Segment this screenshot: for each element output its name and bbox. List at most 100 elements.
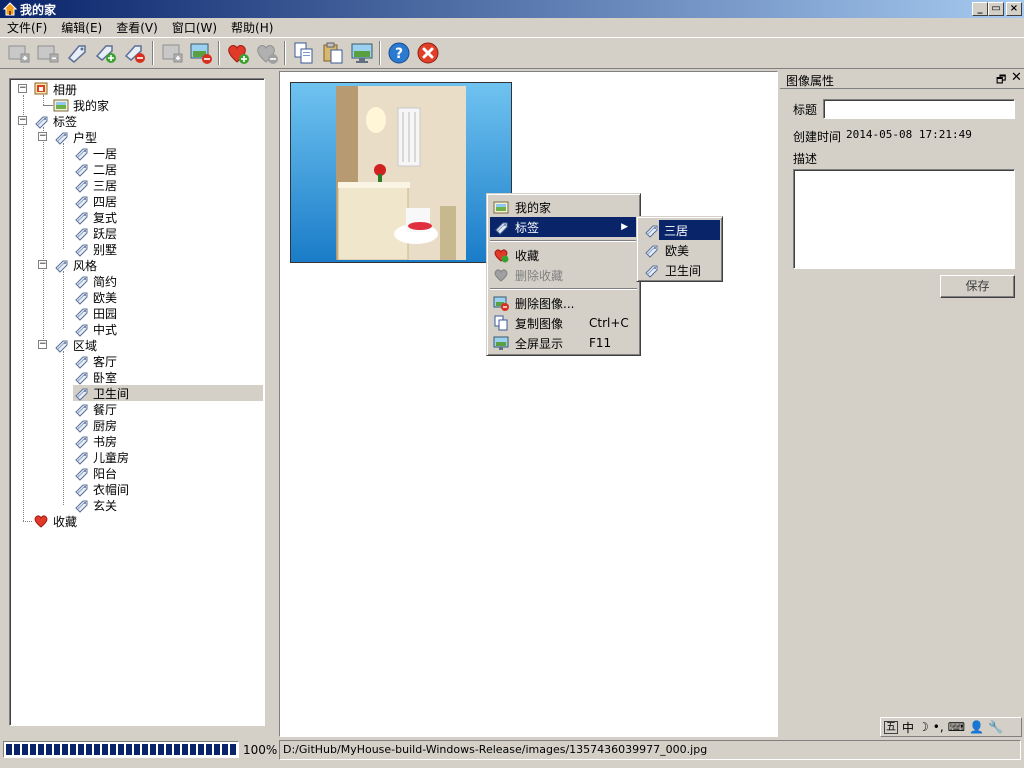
- tree-node-tag[interactable]: 厨房: [73, 417, 117, 433]
- progress-block: [22, 744, 28, 755]
- submenu-tag-item[interactable]: 卫生间: [640, 260, 720, 280]
- tag-icon: [55, 132, 68, 145]
- close-panel-icon[interactable]: ✕: [1011, 70, 1022, 85]
- copy-button[interactable]: [289, 40, 318, 66]
- close-window-button[interactable]: ×: [1006, 2, 1022, 16]
- user-icon[interactable]: 👤: [969, 720, 984, 734]
- tree-node-tag[interactable]: 简约: [73, 273, 117, 289]
- delete-image-icon: [493, 296, 509, 311]
- tree-node-tag[interactable]: 餐厅: [73, 401, 117, 417]
- status-path: D:/GitHub/MyHouse-build-Windows-Release/…: [283, 743, 708, 756]
- new-album-button[interactable]: [4, 40, 33, 66]
- collapse-toggle[interactable]: −: [38, 132, 47, 141]
- add-favorite-button[interactable]: [223, 40, 252, 66]
- tree-label: 衣帽间: [93, 482, 130, 497]
- minimize-button[interactable]: _: [972, 2, 988, 16]
- save-button[interactable]: 保存: [940, 275, 1015, 298]
- punctuation-icon[interactable]: •,: [933, 720, 944, 734]
- tree-node-tag-group[interactable]: 户型: [53, 129, 97, 145]
- tree-node-tag[interactable]: 书房: [73, 433, 117, 449]
- help-button[interactable]: ?: [384, 40, 413, 66]
- progress-block: [14, 744, 20, 755]
- tree-node-tag-group[interactable]: 风格: [53, 257, 97, 273]
- exit-button[interactable]: [413, 40, 442, 66]
- menu-window[interactable]: 窗口(W): [165, 19, 224, 37]
- fullscreen-button[interactable]: [347, 40, 376, 66]
- menu-edit[interactable]: 编辑(E): [54, 19, 109, 37]
- title-input[interactable]: [823, 99, 1015, 119]
- tree-node-tag[interactable]: 欧美: [73, 289, 117, 305]
- tree-node-tag[interactable]: 玄关: [73, 497, 117, 513]
- remove-favorite-button[interactable]: [252, 40, 281, 66]
- tree-label: 书房: [93, 434, 118, 449]
- context-fullscreen[interactable]: 全屏显示 F11: [490, 333, 637, 353]
- remove-album-button[interactable]: [33, 40, 62, 66]
- tree-node-tag[interactable]: 复式: [73, 209, 117, 225]
- collapse-toggle[interactable]: −: [18, 116, 27, 125]
- tag-icon: [75, 404, 88, 417]
- tree-node-tag[interactable]: 一居: [73, 145, 117, 161]
- keyboard-icon[interactable]: ⌨: [948, 720, 965, 734]
- half-width-icon[interactable]: ☽: [918, 720, 929, 734]
- title-label: 标题: [793, 103, 818, 117]
- description-textarea[interactable]: [793, 169, 1015, 269]
- delete-image-button[interactable]: [186, 40, 215, 66]
- menu-help[interactable]: 帮助(H): [224, 19, 280, 37]
- collapse-toggle[interactable]: −: [18, 84, 27, 93]
- context-add-favorite[interactable]: 收藏: [490, 245, 637, 265]
- tag-button[interactable]: [62, 40, 91, 66]
- float-panel-icon[interactable]: 🗗: [996, 71, 1006, 90]
- fullscreen-icon: [351, 43, 372, 63]
- menu-file[interactable]: 文件(F): [0, 19, 54, 37]
- ime-mode[interactable]: 中: [902, 719, 914, 736]
- tree-node-tag[interactable]: 跃层: [73, 225, 117, 241]
- new-album-icon: [8, 45, 29, 63]
- tree-node-tag[interactable]: 客厅: [73, 353, 117, 369]
- context-copy-image[interactable]: 复制图像 Ctrl+C: [490, 313, 637, 333]
- add-tag-button[interactable]: [91, 40, 120, 66]
- tag-icon: [75, 196, 88, 209]
- help-icon: ?: [388, 42, 409, 64]
- tree-node-albums[interactable]: 相册: [33, 81, 77, 97]
- import-button[interactable]: [157, 40, 186, 66]
- remove-favorite-icon: [494, 269, 508, 282]
- tree-node-favorites[interactable]: 收藏: [33, 513, 77, 529]
- collapse-toggle[interactable]: −: [38, 340, 47, 349]
- tree-node-tag[interactable]: 阳台: [73, 465, 117, 481]
- tree-node-tags[interactable]: 标签: [33, 113, 77, 129]
- add-favorite-icon: [494, 249, 509, 263]
- tree-node-tag[interactable]: 卧室: [73, 369, 117, 385]
- tree-node-tag-selected[interactable]: 卫生间: [73, 385, 263, 401]
- submenu-tag-item[interactable]: 三居: [659, 220, 720, 240]
- restore-button[interactable]: ▭: [988, 2, 1004, 16]
- collapse-toggle[interactable]: −: [38, 260, 47, 269]
- context-item-label: 我的家: [515, 200, 552, 215]
- submenu-item-label: 卫生间: [665, 263, 702, 278]
- tree-node-album-item[interactable]: 我的家: [53, 97, 109, 113]
- tree-node-tag[interactable]: 田园: [73, 305, 117, 321]
- settings-wrench-icon[interactable]: 🔧: [988, 720, 1003, 734]
- remove-tag-icon: [124, 45, 145, 63]
- tree-node-tag[interactable]: 衣帽间: [73, 481, 129, 497]
- album-icon: [53, 99, 69, 112]
- tree-node-tag[interactable]: 四居: [73, 193, 117, 209]
- tree-node-tag[interactable]: 三居: [73, 177, 117, 193]
- remove-tag-button[interactable]: [120, 40, 149, 66]
- ime-logo-icon[interactable]: 五: [884, 720, 898, 734]
- submenu-tag-item[interactable]: 欧美: [640, 240, 720, 260]
- tree-node-tag[interactable]: 中式: [73, 321, 117, 337]
- toolbar: ?: [0, 37, 1024, 69]
- paste-button[interactable]: [318, 40, 347, 66]
- remove-album-icon: [37, 45, 58, 63]
- context-album-item[interactable]: 我的家: [490, 197, 637, 217]
- tree-node-tag[interactable]: 二居: [73, 161, 117, 177]
- context-tags-item[interactable]: 标签 ▶: [490, 217, 637, 237]
- image-thumbnail[interactable]: [290, 82, 512, 263]
- menu-view[interactable]: 查看(V): [109, 19, 165, 37]
- progress-bar: [3, 741, 239, 758]
- album-tree[interactable]: − 相册 我的家 − 标签 − 户型 一居 二居 三居 四居 复式 跃层 别墅 …: [9, 78, 265, 726]
- tree-node-tag[interactable]: 别墅: [73, 241, 117, 257]
- tree-node-tag[interactable]: 儿童房: [73, 449, 129, 465]
- context-delete-image[interactable]: 删除图像...: [490, 293, 637, 313]
- tree-node-tag-group[interactable]: 区域: [53, 337, 97, 353]
